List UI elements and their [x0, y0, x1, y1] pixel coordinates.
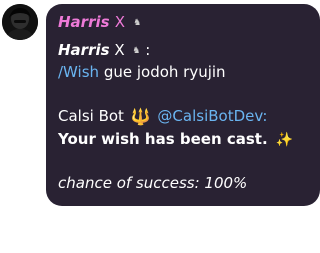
bot-name: Calsi Bot — [58, 107, 124, 125]
result-text: Your wish has been cast. — [58, 130, 268, 148]
avatar-image — [2, 4, 38, 40]
command-text: gue jodoh ryujin — [103, 63, 226, 81]
reply-header: Harris X ♞ : — [58, 40, 150, 61]
command-line: /Wish gue jodoh ryujin — [58, 62, 226, 82]
horse-icon: ♞ — [133, 17, 142, 28]
sparkles-icon: ✨ — [275, 132, 293, 148]
reply-colon: : — [145, 41, 151, 59]
result-line: Your wish has been cast. ✨ — [58, 129, 293, 150]
message-bubble: Harris X ♞ Harris X ♞ : /Wish gue jodoh … — [46, 4, 320, 206]
sender-suffix: X — [114, 13, 126, 31]
wish-command-link[interactable]: /Wish — [58, 63, 99, 81]
bot-handle-link[interactable]: @CalsiBotDev: — [157, 107, 267, 125]
avatar[interactable] — [2, 4, 38, 40]
reply-suffix: X — [114, 41, 125, 59]
chat-message-row: Harris X ♞ Harris X ♞ : /Wish gue jodoh … — [0, 0, 320, 253]
trident-icon: 🔱 — [130, 107, 151, 126]
sender-name-line[interactable]: Harris X ♞ — [58, 12, 141, 33]
chance-text: chance of success: 100% — [58, 174, 248, 192]
bot-line: Calsi Bot 🔱 @CalsiBotDev: — [58, 106, 267, 127]
horse-icon: ♞ — [132, 45, 141, 56]
sender-name[interactable]: Harris — [58, 13, 110, 31]
reply-user: Harris — [58, 41, 110, 59]
